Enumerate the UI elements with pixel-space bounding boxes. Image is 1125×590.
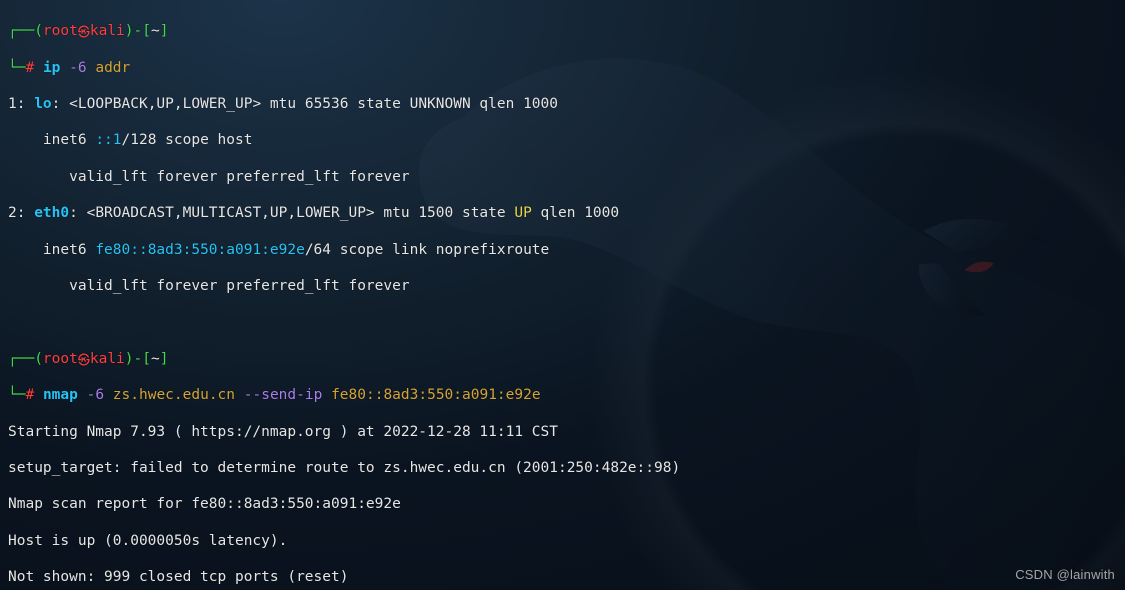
cmd-nmap: nmap — [43, 387, 78, 403]
skull-icon: ㉿ — [78, 351, 90, 369]
command-line-1: └─# ip -6 addr — [8, 59, 1117, 77]
nmap-output: Host is up (0.0000050s latency). — [8, 532, 1117, 550]
ip-output: valid_lft forever preferred_lft forever — [8, 168, 1117, 186]
prompt-host: kali — [90, 23, 125, 39]
prompt-cwd: ~ — [151, 23, 160, 39]
ip-output: 2: eth0: <BROADCAST,MULTICAST,UP,LOWER_U… — [8, 204, 1117, 222]
command-line-2: └─# nmap -6 zs.hwec.edu.cn --send-ip fe8… — [8, 386, 1117, 404]
watermark: CSDN @lainwith — [1015, 566, 1115, 584]
nmap-output: Nmap scan report for fe80::8ad3:550:a091… — [8, 495, 1117, 513]
cmd-ip: ip — [43, 60, 60, 76]
nmap-output: setup_target: failed to determine route … — [8, 459, 1117, 477]
nmap-output: Starting Nmap 7.93 ( https://nmap.org ) … — [8, 423, 1117, 441]
blank-line — [8, 313, 1117, 331]
prompt-line-2: ┌──(root㉿kali)-[~] — [8, 350, 1117, 368]
prompt-line-1: ┌──(root㉿kali)-[~] — [8, 22, 1117, 40]
nmap-output: Not shown: 999 closed tcp ports (reset) — [8, 568, 1117, 586]
ip-output: inet6 ::1/128 scope host — [8, 131, 1117, 149]
terminal[interactable]: ┌──(root㉿kali)-[~] └─# ip -6 addr 1: lo:… — [0, 0, 1125, 590]
ip-output: inet6 fe80::8ad3:550:a091:e92e/64 scope … — [8, 241, 1117, 259]
ip-output: valid_lft forever preferred_lft forever — [8, 277, 1117, 295]
ip-output: 1: lo: <LOOPBACK,UP,LOWER_UP> mtu 65536 … — [8, 95, 1117, 113]
prompt-user: root — [43, 23, 78, 39]
skull-icon: ㉿ — [78, 23, 90, 41]
